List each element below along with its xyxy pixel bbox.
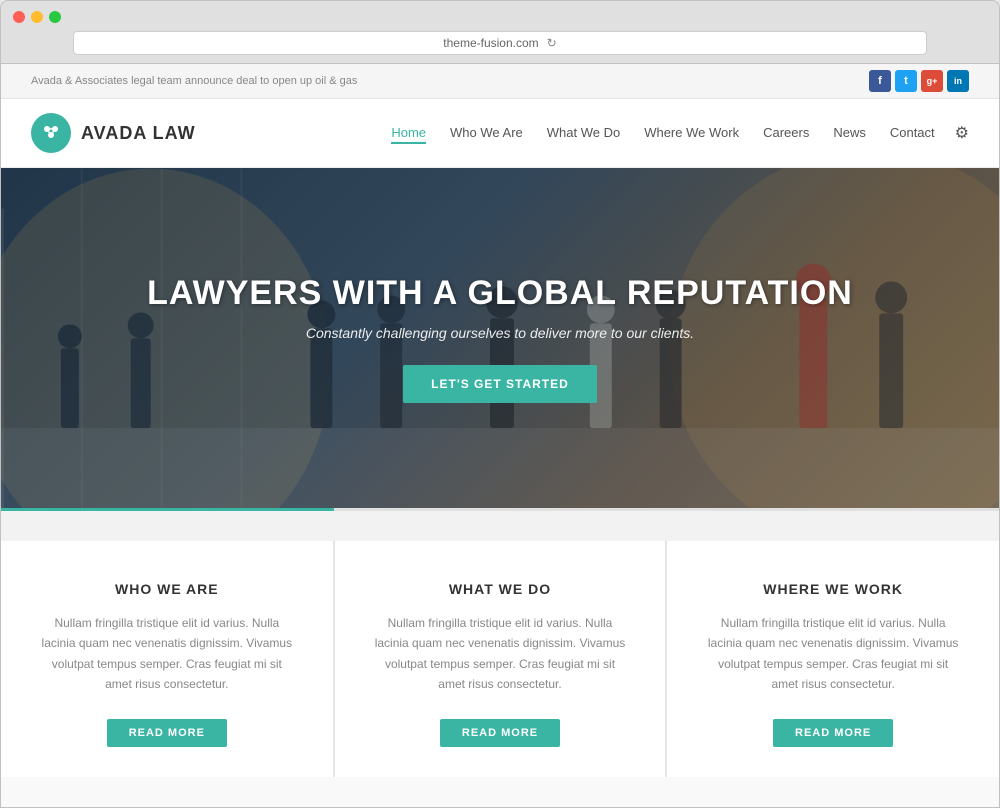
refresh-icon[interactable]: ↻ <box>547 36 557 50</box>
hero-content: LAWYERS WITH A GLOBAL REPUTATION Constan… <box>1 168 999 508</box>
nav-item-contact[interactable]: Contact <box>890 124 935 142</box>
divider-3 <box>666 508 999 511</box>
hero-title: LAWYERS WITH A GLOBAL REPUTATION <box>147 274 853 313</box>
card-dividers <box>1 508 999 511</box>
browser-dots <box>13 11 987 23</box>
card-2-text: Nullam fringilla tristique elit id variu… <box>375 613 626 695</box>
card-who-we-are: WHO WE ARE Nullam fringilla tristique el… <box>1 541 334 777</box>
card-1-text: Nullam fringilla tristique elit id variu… <box>41 613 293 695</box>
url-text: theme-fusion.com <box>443 36 538 50</box>
card-what-we-do: WHAT WE DO Nullam fringilla tristique el… <box>334 541 667 777</box>
gear-button[interactable]: ⚙ <box>955 123 969 143</box>
logo-text: AVADA LAW <box>81 123 196 144</box>
nav-links: Home Who We Are What We Do Where We Work… <box>391 124 934 142</box>
nav-item-where[interactable]: Where We Work <box>644 124 739 142</box>
twitter-icon[interactable]: t <box>895 70 917 92</box>
nav-link-careers[interactable]: Careers <box>763 125 809 140</box>
card-where-we-work: WHERE WE WORK Nullam fringilla tristique… <box>666 541 999 777</box>
logo-svg <box>39 121 63 145</box>
card-1-title: WHO WE ARE <box>41 581 293 597</box>
dot-red[interactable] <box>13 11 25 23</box>
google-plus-icon[interactable]: g+ <box>921 70 943 92</box>
card-3-title: WHERE WE WORK <box>707 581 959 597</box>
divider-1 <box>1 508 334 511</box>
nav-item-home[interactable]: Home <box>391 124 426 142</box>
hero-subtitle: Constantly challenging ourselves to deli… <box>306 325 694 341</box>
divider-2 <box>334 508 667 511</box>
hero-section: LAWYERS WITH A GLOBAL REPUTATION Constan… <box>1 168 999 508</box>
card-2-btn-wrap: READ MORE <box>375 719 626 747</box>
nav-link-contact[interactable]: Contact <box>890 125 935 140</box>
card-1-button[interactable]: READ MORE <box>107 719 227 747</box>
nav-link-who-we-are[interactable]: Who We Are <box>450 125 523 140</box>
navbar: AVADA LAW Home Who We Are What We Do Whe… <box>1 99 999 168</box>
logo[interactable]: AVADA LAW <box>31 113 196 153</box>
facebook-icon[interactable]: f <box>869 70 891 92</box>
nav-item-careers[interactable]: Careers <box>763 124 809 142</box>
cards-row: WHO WE ARE Nullam fringilla tristique el… <box>1 541 999 777</box>
nav-link-where-we-work[interactable]: Where We Work <box>644 125 739 140</box>
dot-green[interactable] <box>49 11 61 23</box>
nav-link-home[interactable]: Home <box>391 125 426 144</box>
announcement-text: Avada & Associates legal team announce d… <box>31 75 357 87</box>
card-2-title: WHAT WE DO <box>375 581 626 597</box>
card-2-button[interactable]: READ MORE <box>440 719 560 747</box>
address-bar[interactable]: theme-fusion.com ↻ <box>73 31 927 55</box>
nav-item-what[interactable]: What We Do <box>547 124 620 142</box>
card-3-button[interactable]: READ MORE <box>773 719 893 747</box>
nav-item-news[interactable]: News <box>833 124 866 142</box>
browser-chrome: theme-fusion.com ↻ <box>0 0 1000 64</box>
logo-icon <box>31 113 71 153</box>
nav-item-who[interactable]: Who We Are <box>450 124 523 142</box>
site-wrapper: Avada & Associates legal team announce d… <box>0 64 1000 808</box>
top-bar: Avada & Associates legal team announce d… <box>1 64 999 99</box>
card-1-btn-wrap: READ MORE <box>41 719 293 747</box>
nav-link-news[interactable]: News <box>833 125 866 140</box>
card-3-text: Nullam fringilla tristique elit id variu… <box>707 613 959 695</box>
dot-yellow[interactable] <box>31 11 43 23</box>
hero-cta-button[interactable]: LET'S GET STARTED <box>403 365 597 403</box>
card-3-btn-wrap: READ MORE <box>707 719 959 747</box>
nav-link-what-we-do[interactable]: What We Do <box>547 125 620 140</box>
cards-spacer <box>1 511 999 541</box>
social-icons: f t g+ in <box>869 70 969 92</box>
cards-section: WHO WE ARE Nullam fringilla tristique el… <box>1 508 999 807</box>
linkedin-icon[interactable]: in <box>947 70 969 92</box>
